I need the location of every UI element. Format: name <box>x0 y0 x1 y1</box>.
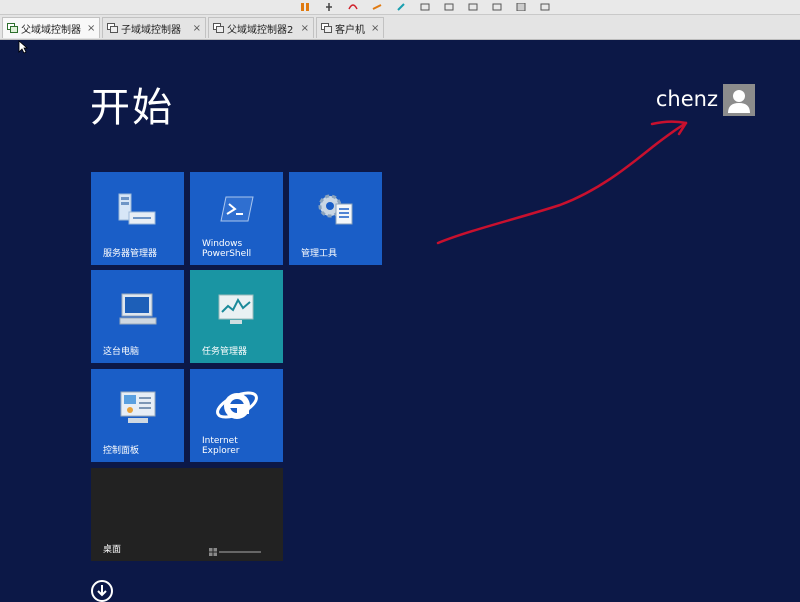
view-icon-1[interactable] <box>420 3 430 11</box>
user-name[interactable]: chenz <box>656 87 718 111</box>
windows-branding-mark <box>219 551 261 553</box>
tile-label: 任务管理器 <box>202 347 248 357</box>
close-icon[interactable]: × <box>81 23 95 34</box>
unity-icon[interactable] <box>540 3 550 11</box>
close-icon[interactable]: × <box>295 23 309 34</box>
admin-tools-icon <box>318 194 353 225</box>
vm-icon <box>107 23 118 33</box>
vm-tab-parent-dc-2[interactable]: 父域域控制器2 × <box>208 17 314 38</box>
vm-icon <box>7 23 18 33</box>
view-icon-2[interactable] <box>444 3 454 11</box>
close-icon[interactable]: × <box>187 23 201 34</box>
vm-tab-child-dc[interactable]: 子域域控制器 × <box>102 17 206 38</box>
tile-server-manager[interactable]: 服务器管理器 <box>91 172 184 265</box>
user-avatar[interactable] <box>723 84 755 116</box>
tile-internet-explorer[interactable]: Internet Explorer <box>190 369 283 462</box>
tile-label: Windows PowerShell <box>202 239 252 259</box>
revert-icon[interactable] <box>372 3 382 11</box>
tile-label: 控制面板 <box>103 446 140 456</box>
tile-label: 这台电脑 <box>103 347 140 357</box>
send-keys-icon[interactable] <box>324 3 334 11</box>
vm-host-toolbar <box>0 0 800 15</box>
close-icon[interactable]: × <box>365 23 379 34</box>
vm-tab-client[interactable]: 客户机 × <box>316 17 384 38</box>
snapshot-manager-icon[interactable] <box>396 3 406 11</box>
vm-icon <box>213 23 224 33</box>
fullscreen-icon[interactable] <box>516 3 526 11</box>
vm-tab-label: 父域域控制器2 <box>227 24 294 36</box>
vm-icon <box>321 23 332 33</box>
view-icon-4[interactable] <box>492 3 502 11</box>
tile-label: Internet Explorer <box>202 436 240 456</box>
internet-explorer-icon <box>216 391 258 419</box>
tile-label: 管理工具 <box>301 249 338 259</box>
user-silhouette-icon <box>728 90 750 113</box>
computer-icon <box>119 293 157 325</box>
tile-task-manager[interactable]: 任务管理器 <box>190 270 283 363</box>
tile-desktop[interactable]: 桌面 <box>91 468 283 561</box>
pause-icon[interactable] <box>300 3 310 11</box>
vm-tab-label: 父域域控制器 <box>21 24 81 36</box>
windows-logo-icon <box>209 548 217 556</box>
scroll-down-button[interactable] <box>91 580 113 602</box>
vm-tab-label: 客户机 <box>335 24 365 36</box>
tile-control-panel[interactable]: 控制面板 <box>91 369 184 462</box>
server-manager-icon <box>118 193 156 225</box>
start-title: 开始 <box>90 85 174 131</box>
vm-tab-label: 子域域控制器 <box>121 24 181 36</box>
vm-host-tool-icons <box>300 0 550 14</box>
tile-admin-tools[interactable]: 管理工具 <box>289 172 382 265</box>
task-manager-icon <box>218 294 254 324</box>
mouse-cursor-icon <box>18 40 28 54</box>
tile-this-pc[interactable]: 这台电脑 <box>91 270 184 363</box>
tile-label: 桌面 <box>103 545 122 555</box>
tile-label: 服务器管理器 <box>103 249 158 259</box>
powershell-icon <box>220 196 254 222</box>
view-icon-3[interactable] <box>468 3 478 11</box>
vm-tab-bar: 父域域控制器 × 子域域控制器 × 父域域控制器2 × 客户机 × <box>0 15 800 40</box>
snapshot-icon[interactable] <box>348 3 358 11</box>
tile-powershell[interactable]: Windows PowerShell <box>190 172 283 265</box>
arrow-down-icon <box>97 585 107 597</box>
control-panel-icon <box>120 391 156 423</box>
vm-tab-parent-dc[interactable]: 父域域控制器 × <box>2 17 100 38</box>
